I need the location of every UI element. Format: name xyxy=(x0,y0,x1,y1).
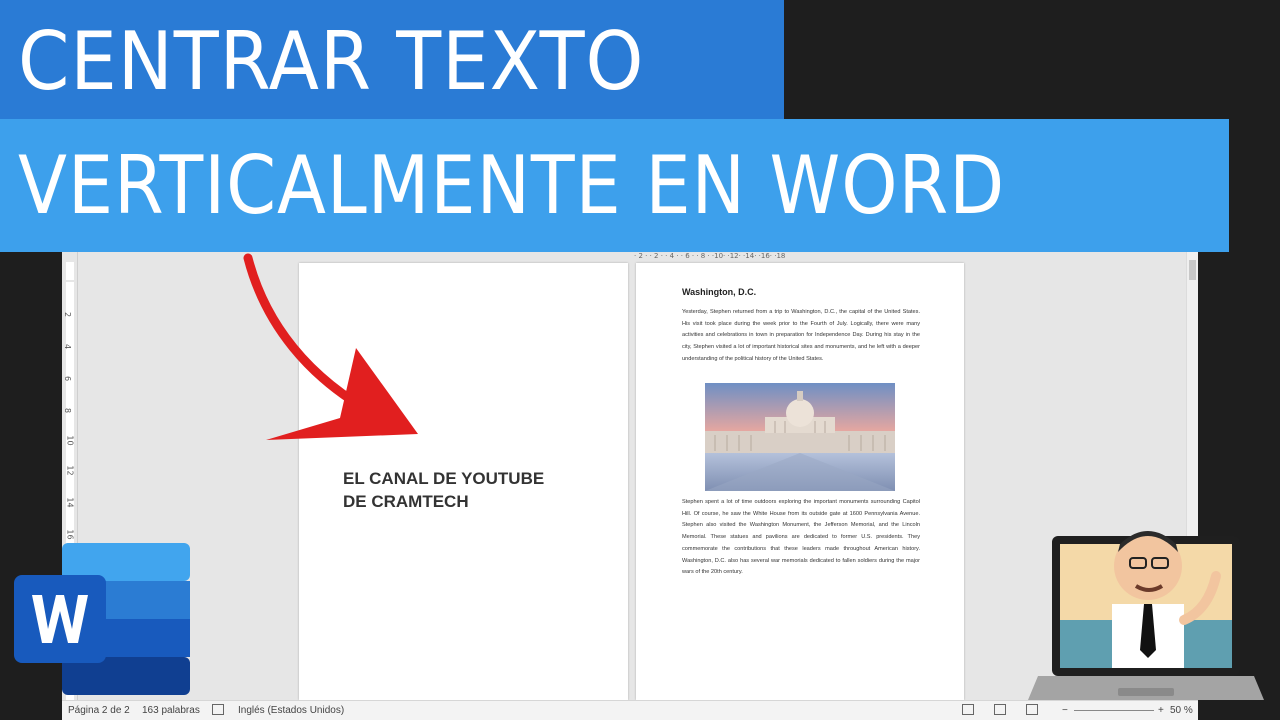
proofing-icon[interactable] xyxy=(212,704,224,715)
cartoon-laptop-avatar xyxy=(1028,531,1264,700)
language-indicator[interactable]: Inglés (Estados Unidos) xyxy=(238,705,344,716)
ruler-label: 2 xyxy=(63,311,73,318)
zoom-slider[interactable] xyxy=(1074,710,1154,711)
ruler-label: 4 xyxy=(63,343,73,350)
ruler-labels: · 2 · · 2 · · 4 · · 6 · · 8 · ·10· ·12· … xyxy=(634,252,786,260)
ruler-label: 16 xyxy=(65,529,75,540)
document-page-2[interactable]: Washington, D.C. Yesterday, Stephen retu… xyxy=(636,263,964,700)
print-layout-icon[interactable] xyxy=(994,704,1006,715)
capitol-image[interactable] xyxy=(705,383,895,491)
title-line-2: VERTICALMENTE EN WORD xyxy=(18,139,1006,232)
capitol-building-illustration xyxy=(705,383,895,491)
ruler-label: 10 xyxy=(65,435,75,446)
page1-title-text[interactable]: EL CANAL DE YOUTUBE DE CRAMTECH xyxy=(343,467,603,513)
title-banner-bottom: VERTICALMENTE EN WORD xyxy=(0,119,1229,252)
page2-paragraph-2[interactable]: Stephen spent a lot of time outdoors exp… xyxy=(682,497,920,579)
ruler-margin-top xyxy=(66,262,74,280)
page2-heading[interactable]: Washington, D.C. xyxy=(682,287,756,297)
horizontal-ruler[interactable]: · 2 · · 2 · · 4 · · 6 · · 8 · ·10· ·12· … xyxy=(634,252,964,260)
read-mode-icon[interactable] xyxy=(962,704,974,715)
page-count[interactable]: Página 2 de 2 xyxy=(68,705,130,716)
title-line-1: CENTRAR TEXTO xyxy=(18,15,645,108)
ruler-label: 8 xyxy=(63,407,73,414)
ruler-label: 6 xyxy=(63,375,73,382)
word-count[interactable]: 163 palabras xyxy=(142,705,200,716)
scrollbar-thumb[interactable] xyxy=(1189,260,1196,280)
ruler-label: 12 xyxy=(65,465,75,476)
page2-paragraph-1[interactable]: Yesterday, Stephen returned from a trip … xyxy=(682,307,920,366)
ruler-label: 14 xyxy=(65,497,75,508)
red-arrow-icon xyxy=(243,253,418,440)
title-banner-top: CENTRAR TEXTO xyxy=(0,0,784,119)
word-logo-icon xyxy=(14,543,190,695)
